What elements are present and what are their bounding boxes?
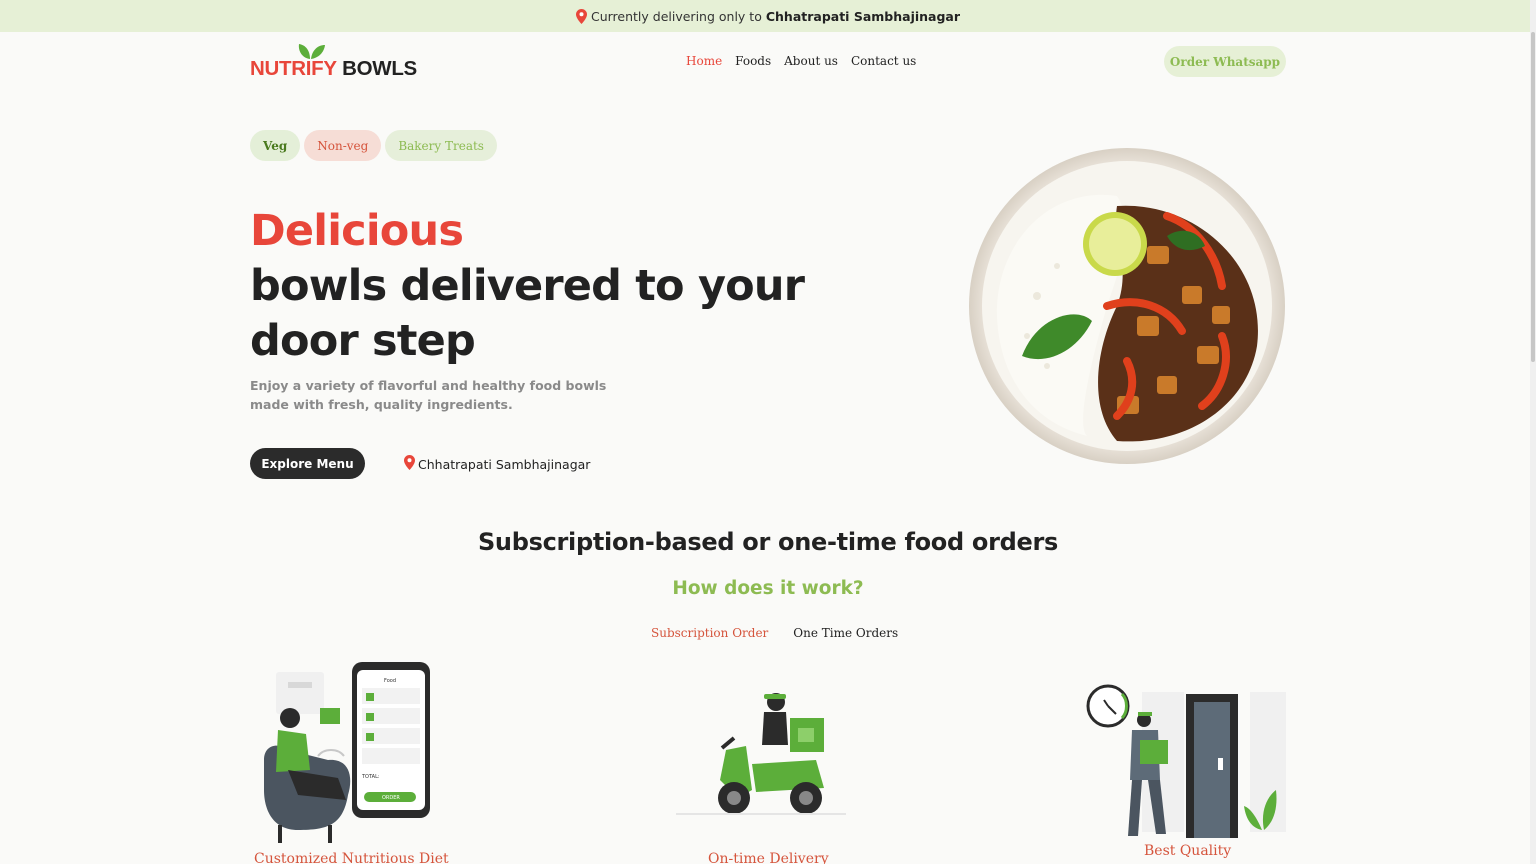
section-heading: Subscription-based or one-time food orde…: [477, 528, 1059, 556]
hero-location: Chhatrapati Sambhajinagar: [404, 455, 590, 473]
step-caption-best-quality: Best Quality: [1144, 843, 1232, 859]
order-type-tabs: Subscription Order One Time Orders: [651, 626, 898, 640]
food-bowl-image: [967, 146, 1287, 466]
chip-veg[interactable]: Veg: [250, 130, 301, 161]
hero-title-rest: bowls delivered to your door step: [250, 261, 805, 366]
chip-non-veg[interactable]: Non-veg: [304, 130, 382, 161]
tab-one-time-orders[interactable]: One Time Orders: [793, 626, 898, 640]
order-whatsapp-button[interactable]: Order Whatsapp: [1164, 46, 1286, 77]
hero-location-text: Chhatrapati Sambhajinagar: [418, 456, 591, 472]
hero-title: Delicious bowls delivered to your door s…: [250, 204, 810, 369]
step-caption-customized-diet: Customized Nutritious Diet: [254, 851, 449, 864]
nav-about[interactable]: About us: [784, 54, 838, 68]
scrollbar-thumb[interactable]: [1531, 32, 1535, 362]
announcement-text: Currently delivering only to: [590, 8, 762, 24]
best-quality-illustration: [1084, 680, 1289, 840]
announcement-bar: Currently delivering only to Chhatrapati…: [0, 0, 1536, 32]
location-pin-icon: [404, 455, 415, 473]
brand-logo[interactable]: NUTRIFY BOWLS: [250, 42, 420, 82]
on-time-delivery-illustration: [676, 690, 846, 820]
logo-text: NUTRIFY BOWLS: [250, 57, 417, 80]
nav-contact[interactable]: Contact us: [851, 54, 916, 68]
customized-diet-illustration: Food TOTAL: ORDER: [258, 660, 448, 845]
phone-header-text: Food: [384, 678, 396, 684]
nav-foods[interactable]: Foods: [735, 54, 771, 68]
explore-menu-button[interactable]: Explore Menu: [250, 448, 365, 479]
hero-title-highlight: Delicious: [250, 206, 464, 256]
announcement-city: Chhatrapati Sambhajinagar: [765, 8, 961, 24]
phone-total-text: TOTAL:: [361, 774, 380, 780]
phone-order-text: ORDER: [382, 795, 400, 801]
location-pin-icon: [575, 8, 587, 24]
chip-bakery-treats[interactable]: Bakery Treats: [385, 130, 497, 161]
section-subheading: How does it work?: [672, 578, 864, 599]
tab-subscription-order[interactable]: Subscription Order: [651, 626, 768, 640]
hero-subtitle: Enjoy a variety of flavorful and healthy…: [250, 378, 607, 412]
page-scrollbar[interactable]: [1530, 0, 1536, 864]
step-caption-on-time-delivery: On-time Delivery: [708, 851, 829, 864]
category-chips: Veg Non-veg Bakery Treats: [250, 130, 497, 161]
main-nav: Home Foods About us Contact us: [686, 54, 916, 68]
nav-home[interactable]: Home: [686, 54, 722, 68]
